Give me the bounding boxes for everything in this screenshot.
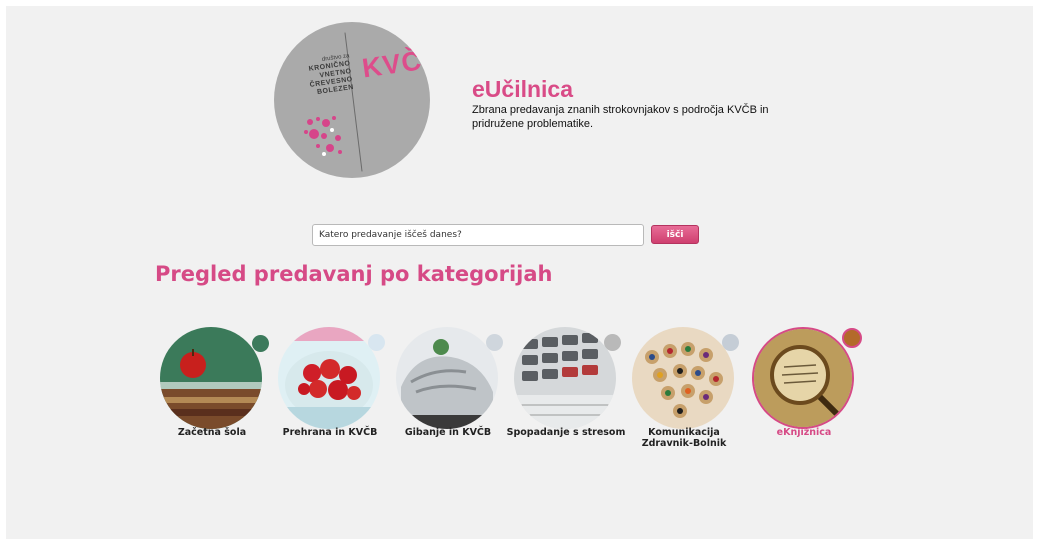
logo-society-text: društvo za KRONIČNO VNETNO ČREVESNO BOLE… [308, 53, 355, 96]
section-title: Pregled predavanj po kategorijah [155, 262, 553, 286]
sneaker-icon [396, 327, 498, 429]
category-label: Prehrana in KVČB [282, 427, 378, 438]
app-description: Zbrana predavanja znanih strokovnjakov s… [472, 104, 769, 130]
category-label: Spopadanje s stresom [506, 427, 626, 438]
category-label: Komunikacija Zdravnik-Bolnik [641, 427, 727, 449]
app-title: eUčilnica [472, 76, 573, 102]
strawberries-icon [278, 327, 380, 429]
logo-brand: KVČB [360, 42, 430, 84]
search-input[interactable]: Katero predavanje iščeš danes? [312, 224, 644, 246]
category-label: Začetna šola [177, 427, 247, 438]
search-button[interactable]: išči [651, 225, 699, 244]
category-label: eKnjižnica [776, 427, 832, 438]
pencils-icon [632, 327, 734, 429]
magnifier-book-icon [752, 327, 854, 429]
logo-dots-icon [304, 116, 342, 156]
kvcb-logo[interactable]: društvo za KRONIČNO VNETNO ČREVESNO BOLE… [274, 22, 430, 178]
category-label: Gibanje in KVČB [404, 427, 492, 438]
calculator-icon [514, 327, 616, 429]
apple-books-icon [160, 327, 262, 429]
